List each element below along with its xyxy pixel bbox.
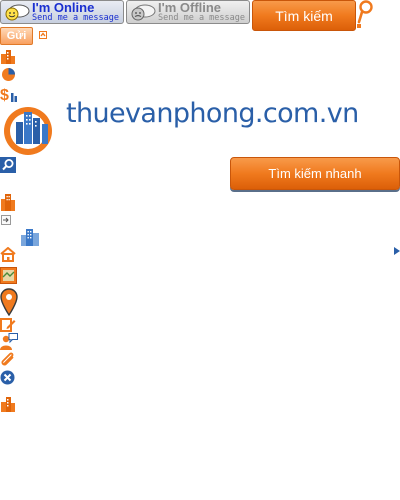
location-pin-icon[interactable] <box>0 288 18 316</box>
buildings-bottom-icon[interactable] <box>0 396 16 412</box>
contact-person-icon[interactable] <box>0 333 18 350</box>
enter-arrow-icon[interactable] <box>1 215 11 225</box>
search-icon[interactable] <box>0 157 16 173</box>
logo-text[interactable]: thuevanphong.com.vn <box>66 98 359 129</box>
arrow-right-icon[interactable] <box>394 247 400 255</box>
office-building-icon[interactable] <box>21 229 39 246</box>
paperclip-icon[interactable] <box>0 351 16 367</box>
home-icon[interactable] <box>0 247 16 262</box>
edit-icon[interactable] <box>0 317 16 332</box>
building-icon[interactable] <box>0 193 16 211</box>
chat-smiley-icon <box>5 4 30 21</box>
online-status-badge[interactable]: I'm Online Send me a message <box>0 0 124 24</box>
offline-subtitle: Send me a message <box>158 13 245 23</box>
chat-smiley-gray-icon <box>131 4 156 21</box>
search-button[interactable]: Tìm kiếm <box>252 0 356 31</box>
expand-icon[interactable] <box>39 31 47 39</box>
online-subtitle: Send me a message <box>32 13 119 23</box>
buildings-icon[interactable] <box>0 48 16 64</box>
pie-chart-icon[interactable] <box>1 67 16 82</box>
price-chart-icon[interactable]: $ <box>0 85 20 103</box>
close-circle-icon[interactable] <box>0 370 15 385</box>
map-icon[interactable] <box>0 267 17 284</box>
svg-text:$: $ <box>0 87 9 103</box>
search-magnifier-icon[interactable] <box>356 0 376 30</box>
offline-status-badge[interactable]: I'm Offline Send me a message <box>126 0 250 24</box>
send-button[interactable]: Gửi <box>0 27 33 45</box>
logo-icon[interactable] <box>0 104 60 156</box>
quick-search-button[interactable]: Tìm kiếm nhanh <box>230 157 400 190</box>
